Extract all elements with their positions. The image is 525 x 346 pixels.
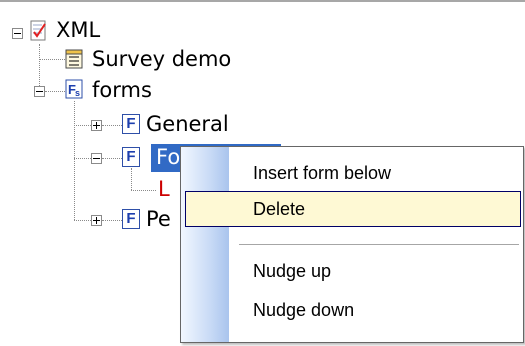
tree-connector — [74, 125, 91, 126]
menu-item-delete-highlight[interactable] — [185, 191, 521, 227]
collapse-toggle-icon[interactable] — [91, 153, 102, 164]
expand-toggle-icon[interactable] — [91, 215, 102, 226]
collapse-toggle-icon[interactable] — [34, 86, 45, 97]
menu-separator — [239, 244, 519, 245]
menu-item-insert-form-below[interactable]: Insert form below — [253, 161, 391, 185]
expand-toggle-icon[interactable] — [91, 120, 102, 131]
tree-connector — [102, 125, 122, 126]
survey-icon — [65, 49, 83, 69]
svg-text:s: s — [75, 88, 80, 98]
form-icon: F — [122, 209, 140, 229]
tree-connector — [74, 158, 91, 159]
tree-node-xml[interactable]: XML — [56, 17, 100, 43]
menu-item-delete[interactable]: Delete — [253, 197, 305, 221]
tree-node-survey-demo[interactable]: Survey demo — [92, 46, 231, 72]
tree-connector — [131, 168, 132, 190]
context-menu: Insert form below Delete Nudge up Nudge … — [180, 146, 524, 343]
xml-document-icon — [30, 20, 48, 42]
tree-connector — [74, 101, 75, 220]
form-icon: F — [122, 114, 140, 134]
tree-node-forms[interactable]: forms — [92, 77, 152, 103]
form-icon: F — [122, 147, 140, 167]
tree-node-red-child[interactable]: L — [158, 176, 170, 202]
tree-connector — [102, 158, 122, 159]
collapse-toggle-icon[interactable] — [12, 28, 23, 39]
tree-connector — [74, 220, 91, 221]
window-top-border — [0, 0, 525, 2]
tree-connector — [131, 190, 156, 191]
tree-node-general[interactable]: General — [146, 111, 229, 137]
tree-connector — [102, 220, 122, 221]
tree-node-selected-form[interactable]: Fo — [156, 144, 180, 170]
tree-connector — [45, 91, 65, 92]
tree-connector — [39, 44, 40, 90]
menu-item-nudge-down[interactable]: Nudge down — [253, 298, 354, 322]
tree-connector — [39, 59, 65, 60]
menu-icon-strip — [181, 147, 229, 342]
tree-node-pe[interactable]: Pe — [146, 206, 171, 232]
menu-item-nudge-up[interactable]: Nudge up — [253, 259, 331, 283]
forms-folder-icon: F s — [65, 79, 83, 99]
